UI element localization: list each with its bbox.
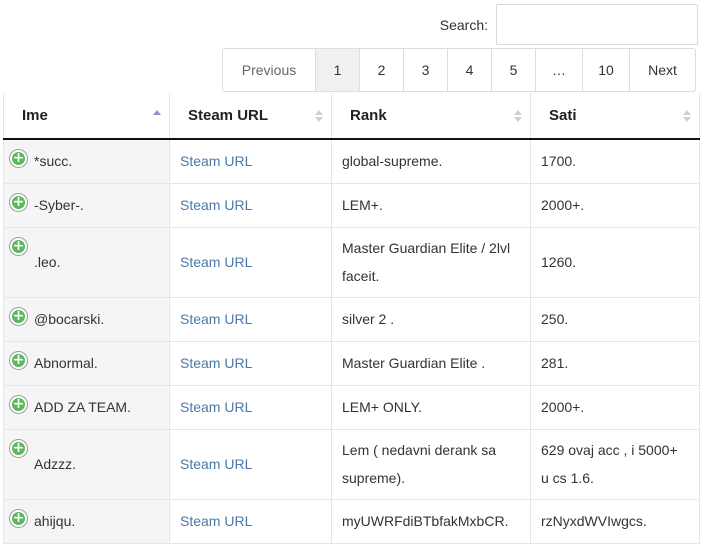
cell-steam-url: Steam URL	[169, 499, 332, 544]
steam-url-link[interactable]: Steam URL	[180, 311, 252, 327]
cell-rank: Master Guardian Elite / 2lvl faceit.	[331, 227, 531, 298]
page-10-button[interactable]: 10	[582, 49, 629, 91]
cell-rank: global-supreme.	[331, 139, 531, 184]
expand-plus-icon[interactable]: +	[10, 395, 27, 413]
cell-ime: + ahijqu.	[3, 499, 170, 544]
cell-ime: + @bocarski.	[3, 297, 170, 342]
cell-rank: Lem ( nedavni derank sa supreme).	[331, 429, 531, 500]
page-1-button[interactable]: 1	[315, 49, 359, 91]
expand-plus-icon[interactable]: +	[10, 307, 27, 325]
previous-page-button[interactable]: Previous	[223, 49, 315, 91]
steam-url-link[interactable]: Steam URL	[180, 513, 252, 529]
steam-url-link[interactable]: Steam URL	[180, 197, 252, 213]
search-input[interactable]	[496, 4, 698, 45]
cell-ime: + .leo.	[3, 227, 170, 298]
page-5-button[interactable]: 5	[491, 49, 535, 91]
sort-ascending-icon	[153, 109, 161, 122]
cell-sati: 1700.	[530, 139, 700, 184]
cell-ime: + *succ.	[3, 139, 170, 184]
table-row: + @bocarski. Steam URL silver 2 . 250.	[3, 297, 700, 342]
player-name: -Syber-.	[34, 197, 84, 213]
sort-icon	[683, 109, 691, 122]
cell-sati: 250.	[530, 297, 700, 342]
cell-ime: + Adzzz.	[3, 429, 170, 500]
cell-sati: 2000+.	[530, 385, 700, 430]
table-row: + *succ. Steam URL global-supreme. 1700.	[3, 139, 700, 184]
expand-plus-icon[interactable]: +	[10, 150, 27, 167]
cell-sati: rzNyxdWVIwgcs.	[530, 499, 700, 544]
column-header-rank[interactable]: Rank	[331, 93, 531, 140]
column-header-label: Rank	[350, 107, 387, 124]
table-row: + ahijqu. Steam URL myUWRFdiBTbfakMxbCR. …	[3, 499, 700, 544]
cell-sati: 281.	[530, 341, 700, 386]
cell-steam-url: Steam URL	[169, 341, 332, 386]
column-header-label: Ime	[22, 107, 48, 124]
column-header-steam-url[interactable]: Steam URL	[169, 93, 332, 140]
sort-icon	[514, 109, 522, 122]
cell-rank: myUWRFdiBTbfakMxbCR.	[331, 499, 531, 544]
cell-rank: LEM+ ONLY.	[331, 385, 531, 430]
column-header-label: Steam URL	[188, 107, 269, 124]
cell-steam-url: Steam URL	[169, 429, 332, 500]
player-name: ahijqu.	[34, 513, 76, 529]
steam-url-link[interactable]: Steam URL	[180, 355, 252, 371]
pagination: Previous 1 2 3 4 5 … 10 Next	[222, 48, 696, 92]
page-ellipsis: …	[535, 49, 582, 91]
cell-rank: Master Guardian Elite .	[331, 341, 531, 386]
cell-rank: silver 2 .	[331, 297, 531, 342]
cell-steam-url: Steam URL	[169, 227, 332, 298]
player-name: ADD ZA TEAM.	[34, 399, 131, 415]
search-bar: Search:	[440, 4, 698, 45]
cell-ime: + ADD ZA TEAM.	[3, 385, 170, 430]
page-2-button[interactable]: 2	[359, 49, 403, 91]
page-4-button[interactable]: 4	[447, 49, 491, 91]
player-name: *succ.	[34, 153, 73, 170]
expand-plus-icon[interactable]: +	[10, 237, 27, 255]
column-header-label: Sati	[549, 107, 577, 124]
cell-steam-url: Steam URL	[169, 183, 332, 228]
expand-plus-icon[interactable]: +	[10, 193, 27, 211]
next-page-button[interactable]: Next	[629, 49, 695, 91]
expand-plus-icon[interactable]: +	[10, 351, 27, 369]
cell-sati: 2000+.	[530, 183, 700, 228]
cell-sati: 1260.	[530, 227, 700, 298]
cell-steam-url: Steam URL	[169, 297, 332, 342]
column-header-sati[interactable]: Sati	[530, 93, 700, 140]
cell-sati: 629 ovaj acc , i 5000+ u cs 1.6.	[530, 429, 700, 500]
column-header-ime[interactable]: Ime	[3, 93, 170, 140]
table-row: + Abnormal. Steam URL Master Guardian Eli…	[3, 341, 700, 386]
player-name: Abnormal.	[34, 355, 98, 371]
page-3-button[interactable]: 3	[403, 49, 447, 91]
table-row: + .leo. Steam URL Master Guardian Elite /…	[3, 227, 700, 298]
sort-icon	[315, 109, 323, 122]
player-name: Adzzz.	[34, 456, 77, 472]
steam-url-link[interactable]: Steam URL	[180, 254, 252, 270]
player-name: .leo.	[34, 254, 61, 270]
expand-plus-icon[interactable]: +	[10, 439, 27, 457]
cell-steam-url: Steam URL	[169, 139, 332, 184]
steam-url-link[interactable]: Steam URL	[180, 456, 252, 472]
search-label: Search:	[439, 16, 488, 33]
table-row: + Adzzz. Steam URL Lem ( nedavni derank s…	[3, 429, 700, 500]
steam-url-link[interactable]: Steam URL	[180, 399, 252, 415]
cell-ime: + Abnormal.	[3, 341, 170, 386]
table-row: + ADD ZA TEAM. Steam URL LEM+ ONLY. 2000+…	[3, 385, 700, 430]
expand-plus-icon[interactable]: +	[10, 509, 27, 527]
table-row: + -Syber-. Steam URL LEM+. 2000+.	[3, 183, 700, 228]
players-table: Ime Steam URL Rank Sati + *succ. Steam UR…	[3, 93, 700, 544]
cell-ime: + -Syber-.	[3, 183, 170, 228]
table-header-row: Ime Steam URL Rank Sati	[3, 93, 700, 140]
cell-rank: LEM+.	[331, 183, 531, 228]
steam-url-link[interactable]: Steam URL	[180, 153, 252, 169]
cell-steam-url: Steam URL	[169, 385, 332, 430]
player-name: @bocarski.	[34, 311, 105, 327]
